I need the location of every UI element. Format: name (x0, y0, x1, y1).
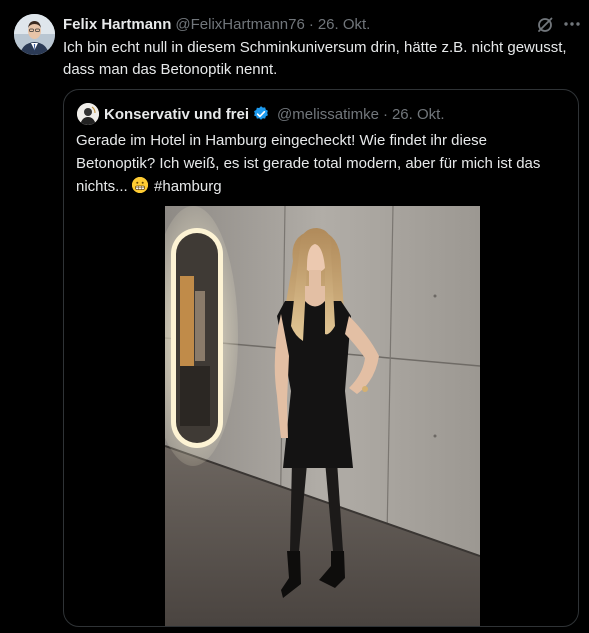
tweet[interactable]: Felix Hartmann @FelixHartmann76 · 26. Ok… (0, 0, 589, 633)
quote-separator-dot: · (382, 105, 388, 123)
tweet-timestamp[interactable]: 26. Okt. (318, 16, 371, 33)
quote-author-handle[interactable]: @melissatimke (277, 106, 379, 123)
tweet-header: Felix Hartmann @FelixHartmann76 · 26. Ok… (63, 14, 370, 34)
quote-photo[interactable] (165, 206, 480, 626)
grimacing-face-emoji-icon (131, 177, 148, 193)
separator-dot: · (308, 15, 314, 33)
grok-icon[interactable] (536, 16, 554, 34)
quote-timestamp[interactable]: 26. Okt. (392, 106, 445, 123)
tweet-text: Ich bin echt null in diesem Schminkunive… (63, 39, 567, 78)
quoted-tweet[interactable]: Konservativ und frei @melissatimke · 26.… (63, 89, 579, 627)
more-icon[interactable] (562, 14, 582, 34)
author-name[interactable]: Felix Hartmann (63, 16, 171, 33)
quote-text-block: Gerade im Hotel in Hamburg eingecheckt! … (76, 129, 566, 198)
quote-author-name[interactable]: Konservativ und frei (104, 106, 249, 123)
hashtag-link[interactable]: #hamburg (154, 178, 222, 195)
quote-author-avatar[interactable] (77, 103, 99, 125)
quote-header: Konservativ und frei @melissatimke · 26.… (104, 104, 445, 124)
author-handle[interactable]: @FelixHartmann76 (175, 16, 304, 33)
author-avatar[interactable] (14, 14, 55, 55)
verified-badge-icon (254, 106, 268, 120)
